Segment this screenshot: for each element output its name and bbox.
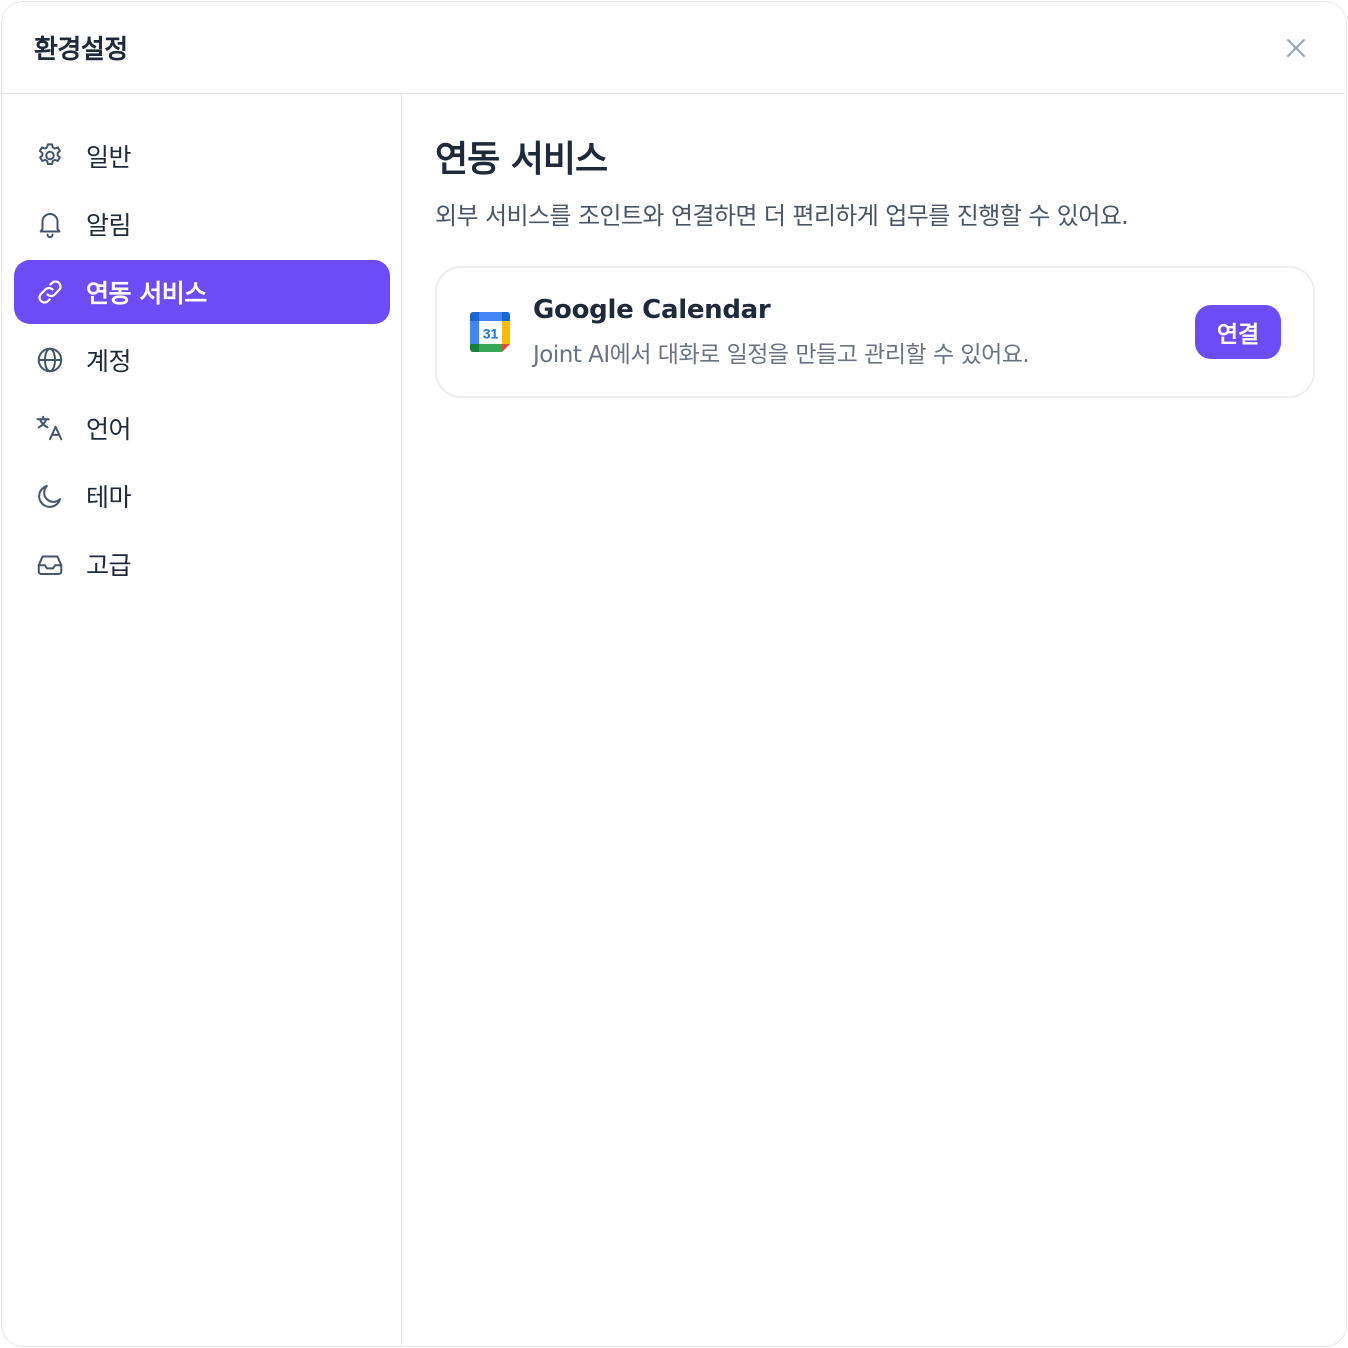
link-icon [34,276,66,308]
sidebar: 일반 알림 연동 서비스 계정 언어 테마 고급 [2,94,402,1346]
globe-icon [34,344,66,376]
inbox-icon [34,548,66,580]
gear-icon [34,140,66,172]
settings-dialog: 환경설정 일반 알림 연동 서비스 계정 언어 테마 고급 연동 서비스 외부 … [1,1,1347,1347]
service-info: Google Calendar Joint AI에서 대화로 일정을 만들고 관… [533,295,1195,369]
close-icon [1287,38,1305,57]
sidebar-item-label: 일반 [86,143,132,172]
dialog-title: 환경설정 [34,35,128,65]
sidebar-item-notifications[interactable]: 알림 [14,192,390,256]
page-description: 외부 서비스를 조인트와 연결하면 더 편리하게 업무를 진행할 수 있어요. [435,202,1129,230]
sidebar-item-advanced[interactable]: 고급 [14,532,390,596]
google-calendar-icon: 31 [470,312,510,352]
sidebar-item-integrations[interactable]: 연동 서비스 [14,260,390,324]
translate-icon [34,412,66,444]
moon-icon [34,480,66,512]
sidebar-item-account[interactable]: 계정 [14,328,390,392]
bell-icon [34,208,66,240]
sidebar-item-label: 언어 [86,415,132,444]
page-title: 연동 서비스 [435,139,608,180]
sidebar-item-label: 연동 서비스 [86,279,207,308]
sidebar-item-label: 테마 [86,483,132,512]
sidebar-item-language[interactable]: 언어 [14,396,390,460]
close-button[interactable] [1276,28,1316,68]
service-description: Joint AI에서 대화로 일정을 만들고 관리할 수 있어요. [533,342,1030,368]
sidebar-item-general[interactable]: 일반 [14,124,390,188]
service-name: Google Calendar [533,295,771,325]
main-content: 연동 서비스 외부 서비스를 조인트와 연결하면 더 편리하게 업무를 진행할 … [402,94,1346,1346]
connect-button[interactable]: 연결 [1195,305,1281,359]
dialog-header: 환경설정 [2,2,1346,94]
sidebar-item-label: 계정 [86,347,132,376]
sidebar-item-label: 고급 [86,551,132,580]
service-card-google-calendar: 31 Google Calendar Joint AI에서 대화로 일정을 만들… [435,266,1315,398]
sidebar-item-theme[interactable]: 테마 [14,464,390,528]
calendar-day-text: 31 [483,326,499,342]
sidebar-item-label: 알림 [86,211,132,240]
